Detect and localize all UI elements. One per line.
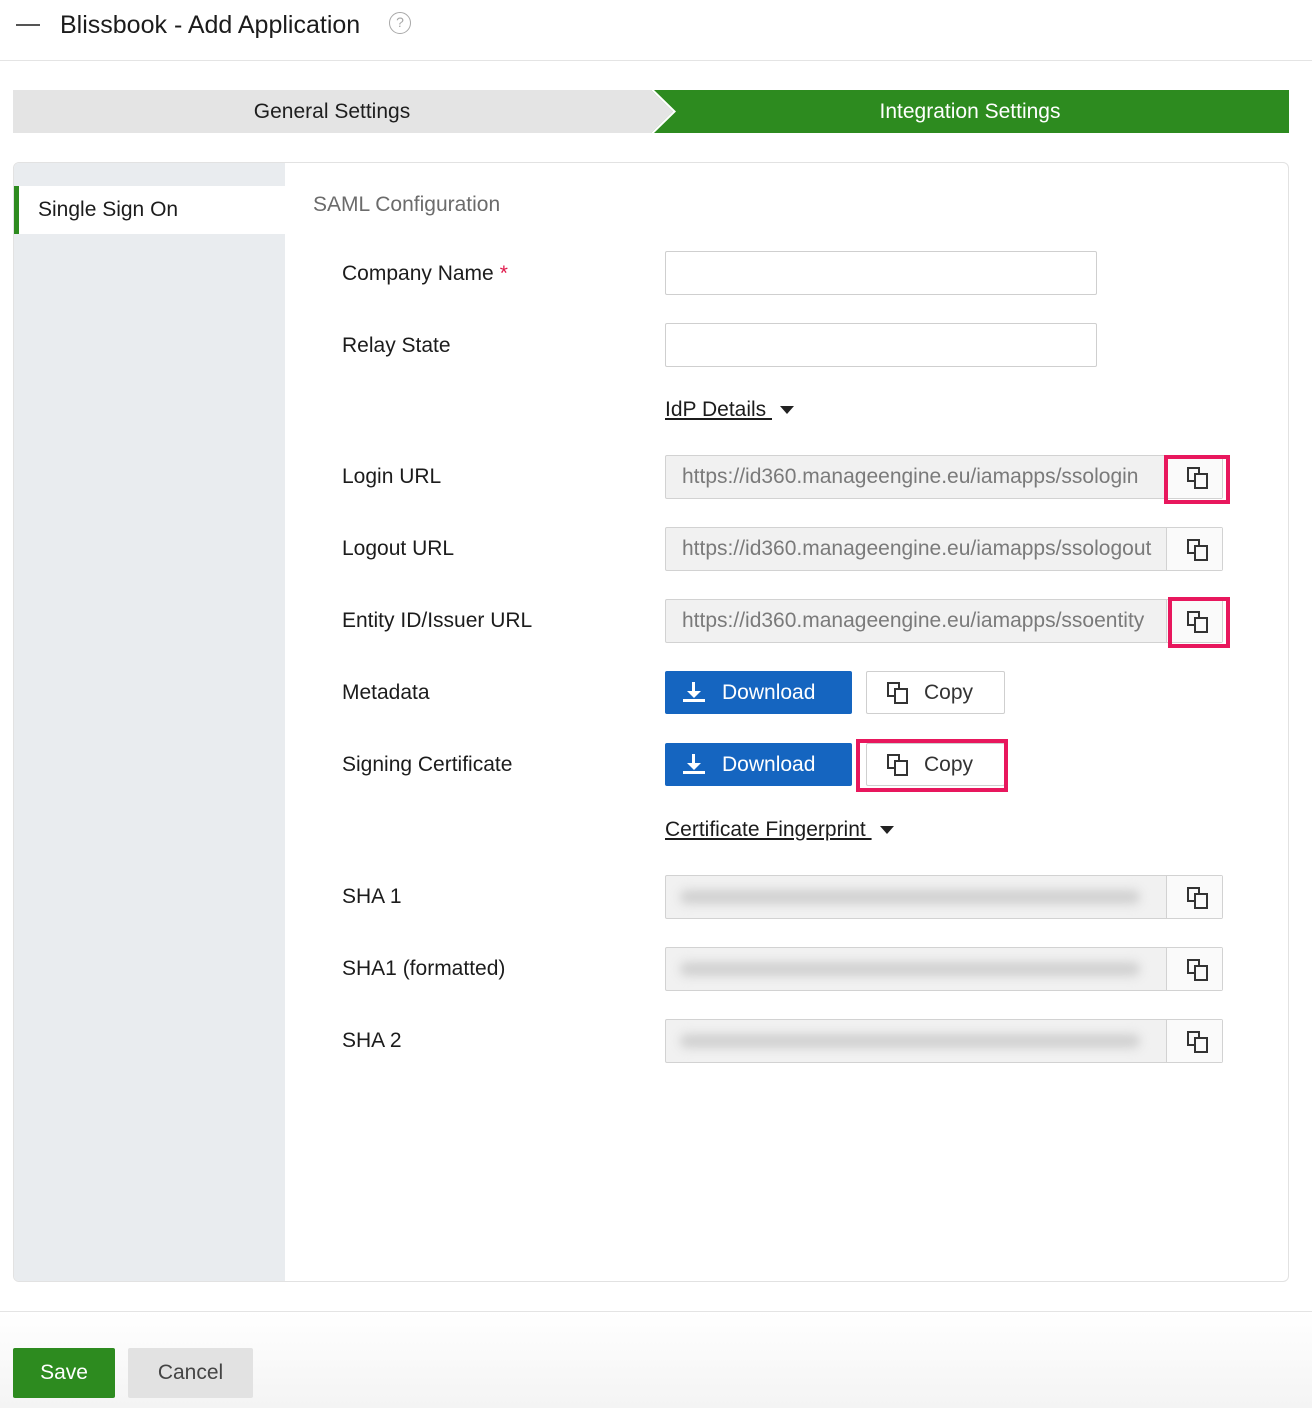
copy-icon (1187, 467, 1209, 489)
login-url-copy-button[interactable] (1166, 456, 1222, 498)
sidebar: Single Sign On (14, 163, 285, 1281)
sha1-label: SHA 1 (342, 885, 402, 908)
relay-state-input[interactable] (665, 323, 1097, 367)
signing-certificate-label: Signing Certificate (342, 753, 513, 776)
copy-button-label: Copy (924, 753, 974, 776)
page-title: Blissbook - Add Application (60, 11, 361, 39)
download-button-label: Download (722, 753, 816, 776)
idp-details-toggle[interactable]: IdP Details (665, 395, 794, 425)
app-logo (16, 22, 40, 28)
copy-icon (887, 682, 909, 704)
sha1-formatted-copy-button[interactable] (1166, 948, 1222, 990)
signing-certificate-copy-button[interactable]: Copy (866, 743, 1005, 786)
save-button[interactable]: Save (13, 1348, 115, 1398)
question-circle-icon[interactable]: ? (389, 12, 411, 34)
wizard-steps: General Settings Integration Settings (13, 90, 1289, 133)
copy-icon (887, 754, 909, 776)
metadata-copy-button[interactable]: Copy (866, 671, 1005, 714)
entity-id-value: https://id360.manageengine.eu/iamapps/ss… (682, 609, 1145, 632)
entity-id-copy-button[interactable] (1166, 600, 1222, 642)
company-name-label-text: Company Name (342, 262, 494, 285)
copy-icon (1187, 1031, 1209, 1053)
download-icon (683, 682, 705, 702)
entity-id-label: Entity ID/Issuer URL (342, 609, 533, 632)
redacted-value (680, 962, 1140, 976)
step-general-settings-label[interactable]: General Settings (13, 90, 651, 133)
required-mark: * (499, 262, 508, 285)
caret-down-icon (780, 406, 794, 415)
certificate-fingerprint-toggle-label: Certificate Fingerprint (665, 818, 872, 841)
metadata-download-button[interactable]: Download (665, 671, 852, 714)
logout-url-value: https://id360.manageengine.eu/iamapps/ss… (682, 537, 1152, 560)
login-url-label: Login URL (342, 465, 442, 488)
copy-button-label: Copy (924, 681, 974, 704)
sha2-label: SHA 2 (342, 1029, 402, 1052)
company-name-label: Company Name * (342, 259, 508, 289)
sidebar-item-single-sign-on[interactable]: Single Sign On (14, 186, 285, 234)
copy-icon (1187, 959, 1209, 981)
login-url-value: https://id360.manageengine.eu/iamapps/ss… (682, 465, 1139, 488)
entity-id-field[interactable]: https://id360.manageengine.eu/iamapps/ss… (665, 599, 1223, 643)
download-icon (683, 754, 705, 774)
sha1-field[interactable] (665, 875, 1223, 919)
sha1-copy-button[interactable] (1166, 876, 1222, 918)
cancel-button[interactable]: Cancel (128, 1348, 253, 1398)
logout-url-label: Logout URL (342, 537, 455, 560)
settings-panel: Single Sign On SAML Configuration Compan… (13, 162, 1289, 1282)
step-integration-settings-label[interactable]: Integration Settings (651, 90, 1289, 133)
logout-url-field[interactable]: https://id360.manageengine.eu/iamapps/ss… (665, 527, 1223, 571)
redacted-value (680, 890, 1140, 904)
sha2-field[interactable] (665, 1019, 1223, 1063)
copy-icon (1187, 887, 1209, 909)
sidebar-item-label: Single Sign On (38, 198, 179, 221)
download-button-label: Download (722, 681, 816, 704)
certificate-fingerprint-toggle[interactable]: Certificate Fingerprint (665, 815, 894, 845)
copy-icon (1187, 539, 1209, 561)
redacted-value (680, 1034, 1140, 1048)
login-url-field[interactable]: https://id360.manageengine.eu/iamapps/ss… (665, 455, 1223, 499)
sha1-formatted-field[interactable] (665, 947, 1223, 991)
sha2-copy-button[interactable] (1166, 1020, 1222, 1062)
signing-certificate-download-button[interactable]: Download (665, 743, 852, 786)
metadata-label: Metadata (342, 681, 430, 704)
sha1-formatted-label: SHA1 (formatted) (342, 957, 506, 980)
relay-state-label: Relay State (342, 334, 451, 357)
logout-url-copy-button[interactable] (1166, 528, 1222, 570)
app-header: Blissbook - Add Application ? (0, 0, 1312, 61)
company-name-input[interactable] (665, 251, 1097, 295)
caret-down-icon (879, 826, 894, 835)
idp-details-toggle-label: IdP Details (665, 398, 772, 421)
section-title: SAML Configuration (313, 193, 501, 216)
copy-icon (1187, 611, 1209, 633)
